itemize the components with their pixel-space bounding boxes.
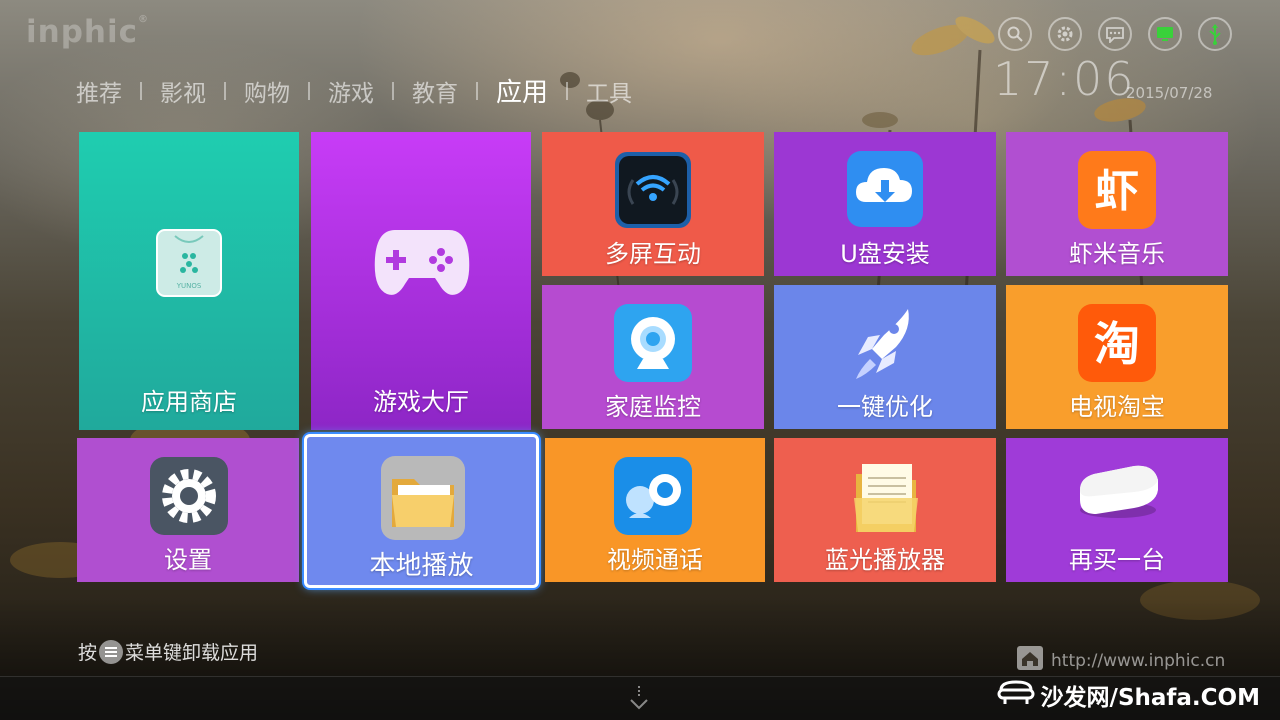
tile-multi-screen[interactable]: 多屏互动 <box>542 132 764 276</box>
website-url: http://www.inphic.cn <box>1017 646 1225 675</box>
tile-label: 多屏互动 <box>605 240 701 268</box>
nav-tab-games[interactable]: 游戏 <box>328 74 374 108</box>
nav-tab-recommend[interactable]: 推荐 <box>76 74 122 108</box>
nav-tab-apps[interactable]: 应用 <box>496 72 548 109</box>
hint-suffix: 菜单键卸载应用 <box>125 642 259 664</box>
url-text: http://www.inphic.cn <box>1051 650 1226 671</box>
tile-label: 再买一台 <box>1069 546 1165 574</box>
nav-tab-education[interactable]: 教育 <box>412 74 458 108</box>
tile-bluray-player[interactable]: 蓝光播放器 <box>774 438 996 582</box>
webcam-icon <box>613 303 693 387</box>
shopping-bag-icon: YUNOS <box>155 222 223 302</box>
tile-one-key-optimize[interactable]: 一键优化 <box>774 285 996 429</box>
tile-label: 本地播放 <box>369 551 474 581</box>
gamepad-icon <box>373 224 471 304</box>
tile-label: 蓝光播放器 <box>825 546 945 574</box>
tile-label: 应用商店 <box>141 388 237 416</box>
tile-label: 一键优化 <box>837 393 933 421</box>
watermark: 沙发网/Shafa.COM <box>997 678 1260 712</box>
clock-time: 17:06 <box>993 52 1136 106</box>
tile-usb-install[interactable]: U盘安装 <box>774 132 996 276</box>
nav-tab-tools[interactable]: 工具 <box>586 74 632 108</box>
tile-label: 虾米音乐 <box>1069 240 1165 268</box>
tile-label: 电视淘宝 <box>1069 393 1165 421</box>
wifi-screen-icon <box>613 150 693 234</box>
tile-label: U盘安装 <box>840 240 930 268</box>
scroll-down-icon[interactable] <box>628 684 650 718</box>
brand-logo: inphic® <box>26 14 149 50</box>
document-icon <box>850 460 922 540</box>
taobao-icon: 淘 <box>1077 303 1157 387</box>
tile-home-monitor[interactable]: 家庭监控 <box>542 285 764 429</box>
nav-separator <box>476 81 478 100</box>
tile-xiami-music[interactable]: 虾 虾米音乐 <box>1006 132 1228 276</box>
gear-icon[interactable] <box>1048 17 1082 51</box>
message-icon[interactable] <box>1098 17 1132 51</box>
tile-settings[interactable]: 设置 <box>77 438 299 582</box>
tile-tv-taobao[interactable]: 淘 电视淘宝 <box>1006 285 1228 429</box>
search-icon[interactable] <box>998 17 1032 51</box>
tile-game-hall[interactable]: 游戏大厅 <box>311 132 531 430</box>
xiami-icon: 虾 <box>1077 150 1157 234</box>
svg-text:虾: 虾 <box>1095 166 1139 217</box>
rocket-icon <box>850 303 920 387</box>
svg-text:YUNOS: YUNOS <box>176 282 202 290</box>
nav-separator <box>392 81 394 100</box>
tile-label: 视频通话 <box>607 546 703 574</box>
tile-video-call[interactable]: 视频通话 <box>545 438 765 582</box>
svg-text:淘: 淘 <box>1094 317 1140 371</box>
network-icon <box>1148 17 1182 51</box>
watermark-text: 沙发网/Shafa.COM <box>1040 685 1260 711</box>
tile-local-playback[interactable]: 本地播放 <box>304 434 539 588</box>
nav-separator <box>308 81 310 100</box>
tile-label: 设置 <box>164 546 212 574</box>
tv-box-icon <box>1076 464 1160 528</box>
cloud-download-icon <box>846 150 924 232</box>
tile-buy-another[interactable]: 再买一台 <box>1006 438 1228 582</box>
video-call-icon <box>613 456 693 540</box>
nav-separator <box>140 81 142 100</box>
nav-tab-video[interactable]: 影视 <box>160 74 206 108</box>
nav-separator <box>224 81 226 100</box>
clock-date: 2015/07/28 <box>1126 84 1213 102</box>
category-nav: 推荐 影视 购物 游戏 教育 应用 工具 <box>76 72 632 109</box>
hint-prefix: 按 <box>78 642 98 664</box>
usb-icon <box>1198 17 1232 51</box>
tile-app-store[interactable]: YUNOS 应用商店 <box>79 132 299 430</box>
home-icon <box>1017 646 1043 675</box>
tile-label: 家庭监控 <box>605 393 701 421</box>
sofa-icon <box>997 678 1035 712</box>
tile-label: 游戏大厅 <box>373 388 469 416</box>
status-bar <box>998 17 1232 51</box>
nav-separator <box>566 81 569 100</box>
uninstall-hint: 按 菜单键卸载应用 <box>78 638 258 665</box>
gear-icon <box>149 456 229 540</box>
folder-icon <box>380 455 466 545</box>
nav-tab-shopping[interactable]: 购物 <box>244 74 290 108</box>
menu-key-icon <box>99 639 124 664</box>
